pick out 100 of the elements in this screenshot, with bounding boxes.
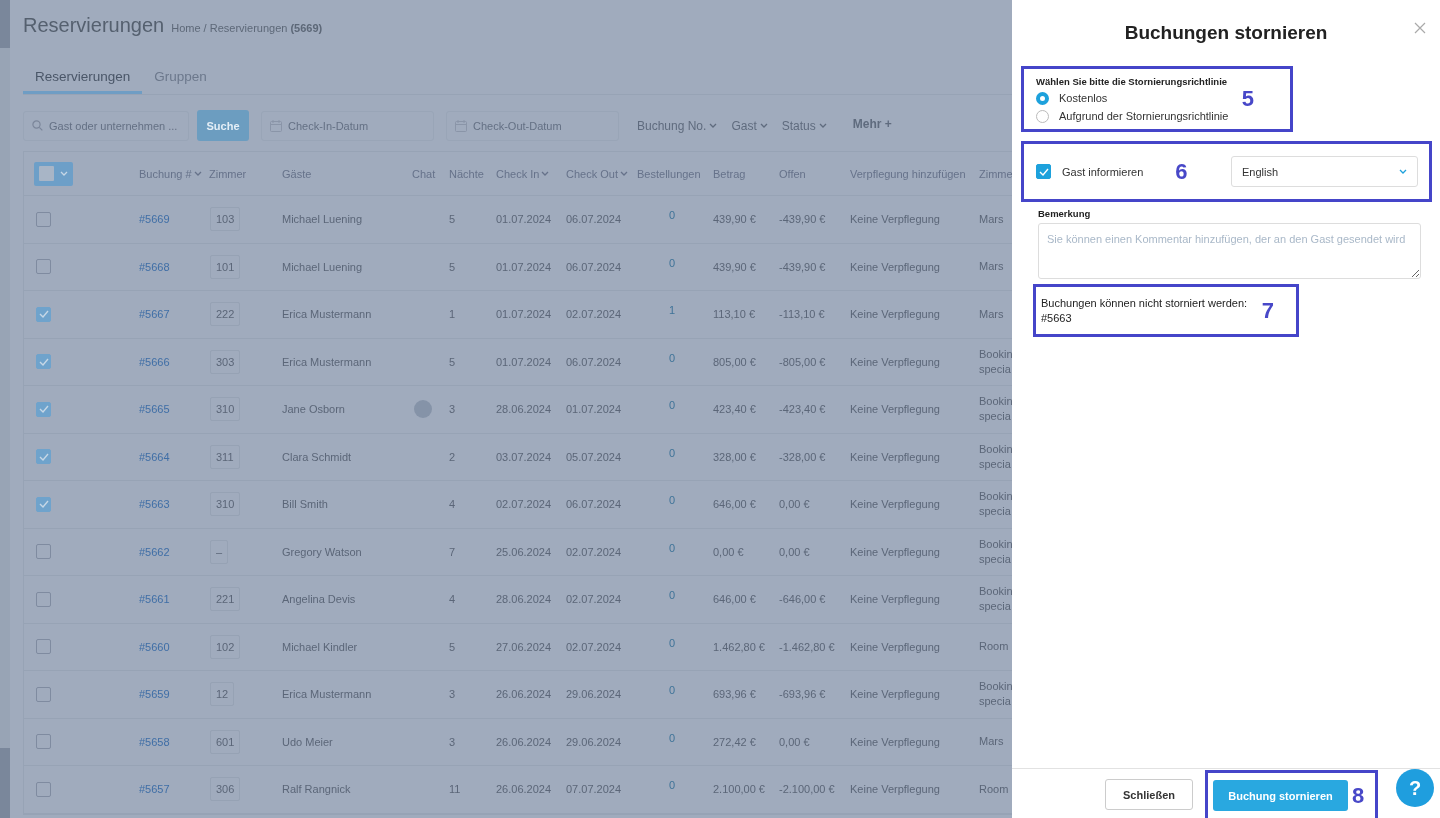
orders-count[interactable]: 0 xyxy=(668,399,676,412)
tab[interactable]: Reservierungen xyxy=(23,62,143,94)
more-filters-button[interactable]: Mehr + xyxy=(852,116,892,131)
row-checkbox[interactable] xyxy=(36,401,51,417)
guest-name: Gregory Watson xyxy=(281,545,363,558)
search-button[interactable]: Suche xyxy=(197,110,249,141)
table-cell-text: 07.07.2024 xyxy=(565,783,623,796)
scrollbar-thumb[interactable] xyxy=(0,748,10,818)
table-cell-text: 28.06.2024 xyxy=(495,403,553,416)
table-cell-text: 3 xyxy=(448,403,457,416)
column-header[interactable]: Check In xyxy=(493,167,563,180)
booking-link[interactable]: #5666 xyxy=(136,355,206,368)
orders-count[interactable]: 0 xyxy=(668,731,676,744)
orders-count[interactable]: 1 xyxy=(668,304,676,317)
booking-link[interactable]: #5661 xyxy=(136,593,206,606)
cancel-booking-button[interactable]: Buchung stornieren xyxy=(1213,780,1348,811)
room-number: 12 xyxy=(210,682,235,707)
filter-dropdown[interactable]: Gast xyxy=(731,118,768,133)
room-number: 102 xyxy=(210,634,241,659)
close-button[interactable]: Schließen xyxy=(1105,779,1193,810)
booking-link[interactable]: #5657 xyxy=(136,783,206,796)
booking-link[interactable]: #5663 xyxy=(136,498,206,511)
booking-link[interactable]: #5664 xyxy=(136,450,206,463)
booking-link[interactable]: #5669 xyxy=(136,213,206,226)
guest-name: Erica Mustermann xyxy=(281,355,373,368)
row-checkbox[interactable] xyxy=(36,544,51,560)
orders-count[interactable]: 0 xyxy=(668,494,676,507)
orders-count[interactable]: 0 xyxy=(668,684,676,697)
room-number: 221 xyxy=(210,587,241,612)
search-field[interactable]: Gast oder unternehmen ... xyxy=(23,110,189,141)
column-header: Nächte xyxy=(448,167,485,180)
table-cell-text: 5 xyxy=(448,260,457,273)
orders-count[interactable]: 0 xyxy=(668,446,676,459)
row-checkbox[interactable] xyxy=(36,781,51,797)
table-cell-text: Keine Verpflegung xyxy=(849,450,941,463)
orders-count[interactable]: 0 xyxy=(668,256,676,269)
check-icon xyxy=(38,405,49,414)
orders-count[interactable]: 0 xyxy=(668,541,676,554)
remark-label: Bemerkung xyxy=(1038,208,1092,219)
orders-count[interactable]: 0 xyxy=(668,209,676,222)
booking-link[interactable]: #5668 xyxy=(136,260,206,273)
filter-dropdown[interactable]: Buchung No. xyxy=(637,118,718,133)
scrollbar-thumb[interactable] xyxy=(0,0,10,48)
policy-radio[interactable]: Kostenlos xyxy=(1036,91,1229,105)
orders-count[interactable]: 0 xyxy=(668,589,676,602)
column-header: Betrag xyxy=(712,167,747,180)
chat-bubble-icon[interactable] xyxy=(414,400,432,419)
row-checkbox[interactable] xyxy=(36,734,51,750)
booking-link[interactable]: #5662 xyxy=(136,545,206,558)
table-cell-text: Bookin specia xyxy=(978,441,1012,472)
table-cell-text: 5 xyxy=(448,355,457,368)
row-checkbox[interactable] xyxy=(36,449,51,465)
table-cell-text: 693,96 € xyxy=(712,688,757,701)
callout-number: 5 xyxy=(1241,86,1254,112)
table-cell-text: 4 xyxy=(448,593,457,606)
callout-number: 8 xyxy=(1352,782,1365,809)
orders-count[interactable]: 0 xyxy=(668,636,676,649)
close-icon[interactable] xyxy=(1412,20,1428,36)
row-checkbox[interactable] xyxy=(36,306,51,322)
table-cell-text: 02.07.2024 xyxy=(565,593,623,606)
table-cell-text: 1.462,80 € xyxy=(712,640,766,653)
table-cell-text: 27.06.2024 xyxy=(495,640,553,653)
column-header[interactable]: Buchung # xyxy=(136,167,206,180)
row-checkbox[interactable] xyxy=(36,354,51,370)
check-icon xyxy=(38,357,49,366)
check-out-date-field[interactable]: Check-Out-Datum xyxy=(446,110,619,141)
row-checkbox[interactable] xyxy=(36,259,51,275)
row-checkbox[interactable] xyxy=(36,591,51,607)
check-in-date-field[interactable]: Check-In-Datum xyxy=(261,110,434,141)
booking-link[interactable]: #5667 xyxy=(136,308,206,321)
column-header[interactable]: Check Out xyxy=(563,167,634,180)
booking-link[interactable]: #5665 xyxy=(136,403,206,416)
table-cell-text: 06.07.2024 xyxy=(565,355,623,368)
orders-count[interactable]: 0 xyxy=(668,351,676,364)
orders-count[interactable]: 0 xyxy=(668,779,676,792)
table-cell-text: 5 xyxy=(448,640,457,653)
table-cell-text: 03.07.2024 xyxy=(495,450,553,463)
row-checkbox[interactable] xyxy=(36,686,51,702)
booking-link[interactable]: #5659 xyxy=(136,688,206,701)
filter-dropdown[interactable]: Status xyxy=(781,118,827,133)
booking-link[interactable]: #5658 xyxy=(136,735,206,748)
search-icon xyxy=(32,120,43,131)
language-select[interactable]: English xyxy=(1231,156,1418,187)
row-checkbox[interactable] xyxy=(36,211,51,227)
policy-radio[interactable]: Aufgrund der Stornierungsrichtlinie xyxy=(1036,109,1229,123)
column-header: Offen xyxy=(778,167,807,180)
table-cell-text: 272,42 € xyxy=(712,735,757,748)
table-cell-text: Bookin specia xyxy=(978,489,1012,520)
select-all-dropdown[interactable] xyxy=(34,161,73,186)
row-checkbox[interactable] xyxy=(36,639,51,655)
guest-name: Jane Osborn xyxy=(281,403,346,416)
check-icon xyxy=(38,452,49,461)
booking-link[interactable]: #5660 xyxy=(136,640,206,653)
table-cell-text: 01.07.2024 xyxy=(495,260,553,273)
remark-field[interactable]: Sie können einen Kommentar hinzufügen, der an den Gast gesendet wird xyxy=(1038,223,1421,279)
notify-checkbox[interactable] xyxy=(1036,164,1051,179)
table-cell-text: 06.07.2024 xyxy=(565,498,623,511)
help-button[interactable]: ? xyxy=(1396,769,1434,807)
row-checkbox[interactable] xyxy=(36,496,51,512)
table-cell-text: 25.06.2024 xyxy=(495,545,553,558)
